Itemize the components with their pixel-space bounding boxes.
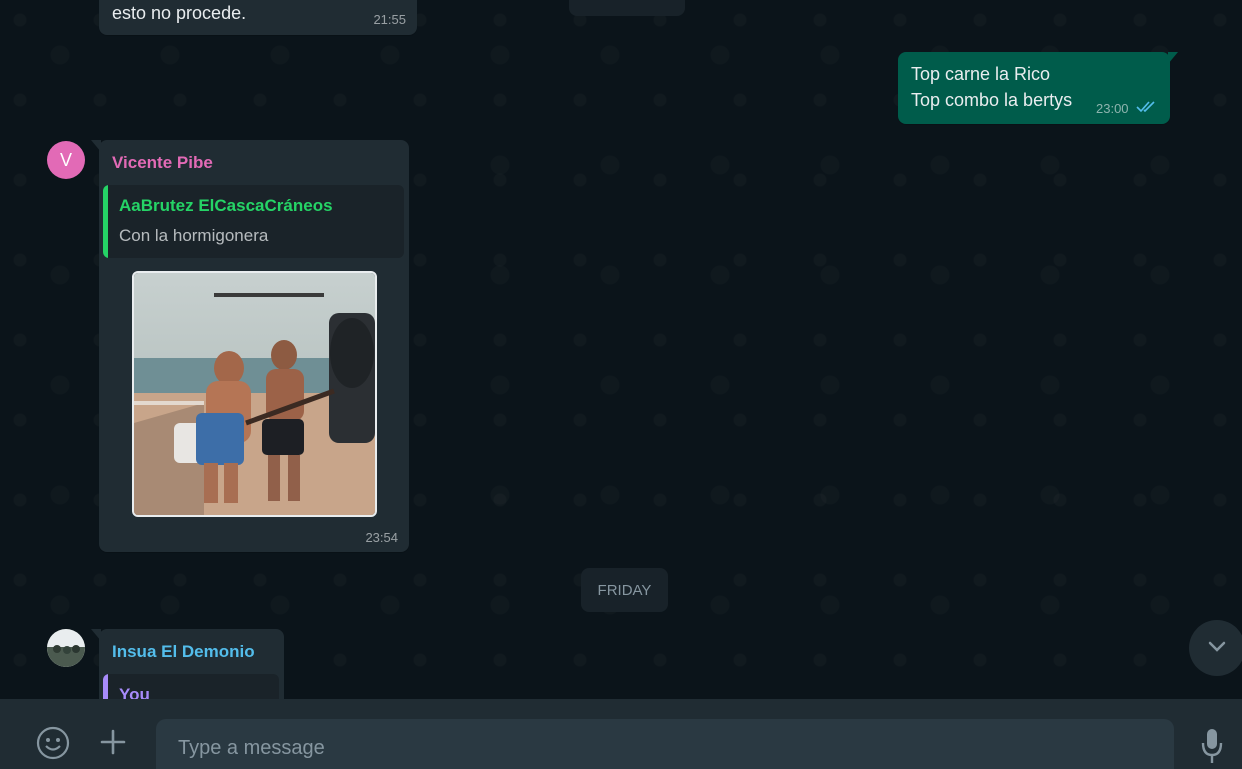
message-time: 23:54 [365, 530, 398, 545]
quoted-message[interactable]: AaBrutez ElCascaCráneos Con la hormigone… [103, 185, 404, 258]
quoted-message[interactable]: You [103, 674, 279, 699]
avatar-photo [47, 629, 85, 667]
quote-text: Con la hormigonera [119, 226, 269, 245]
plus-icon [99, 728, 127, 761]
message-time: 23:00 [1096, 101, 1129, 116]
photo-attachment[interactable] [132, 271, 377, 517]
quote-author: You [119, 685, 150, 699]
sender-name[interactable]: Insua El Demonio [112, 642, 255, 662]
voice-message-button[interactable] [1194, 725, 1230, 769]
bubble-tail [1168, 52, 1178, 64]
avatar-letter: V [59, 149, 72, 170]
chevron-down-icon [1205, 634, 1229, 663]
message-text: esto no procede. [112, 3, 247, 23]
chat-area[interactable]: esto no procede. 21:55 Top carne la Rico… [0, 0, 1242, 699]
quote-bar [103, 185, 108, 258]
scroll-down-button[interactable] [1189, 620, 1242, 676]
incoming-message[interactable]: Vicente Pibe AaBrutez ElCascaCráneos Con… [91, 140, 409, 552]
quote-author: AaBrutez ElCascaCráneos [119, 196, 333, 215]
bubble-tail [91, 629, 101, 641]
double-check-icon [1136, 100, 1158, 119]
date-chip-partial [569, 0, 685, 16]
date-chip-label: FRIDAY [597, 581, 652, 599]
sender-name[interactable]: Vicente Pibe [112, 153, 213, 173]
avatar[interactable]: V [47, 141, 85, 179]
date-chip: FRIDAY [581, 568, 668, 612]
mic-icon [1199, 725, 1225, 769]
photo-image [134, 273, 375, 515]
emoji-icon [36, 726, 70, 765]
message-input[interactable] [178, 731, 1138, 765]
bubble-tail [91, 140, 101, 152]
message-time: 21:55 [373, 12, 406, 27]
message-line: Top combo la bertys [911, 90, 1073, 110]
incoming-message[interactable]: esto no procede. 21:55 [99, 0, 417, 35]
outgoing-message[interactable]: Top carne la Rico Top combo la bertys 23… [898, 52, 1178, 124]
message-line: Top carne la Rico [911, 64, 1051, 84]
avatar[interactable] [47, 629, 85, 667]
emoji-button[interactable] [33, 725, 73, 765]
attach-button[interactable] [94, 725, 132, 763]
message-input-box[interactable] [156, 719, 1174, 769]
quote-bar [103, 674, 108, 699]
composer-bar [0, 699, 1242, 769]
incoming-message[interactable]: Insua El Demonio You [91, 629, 284, 699]
